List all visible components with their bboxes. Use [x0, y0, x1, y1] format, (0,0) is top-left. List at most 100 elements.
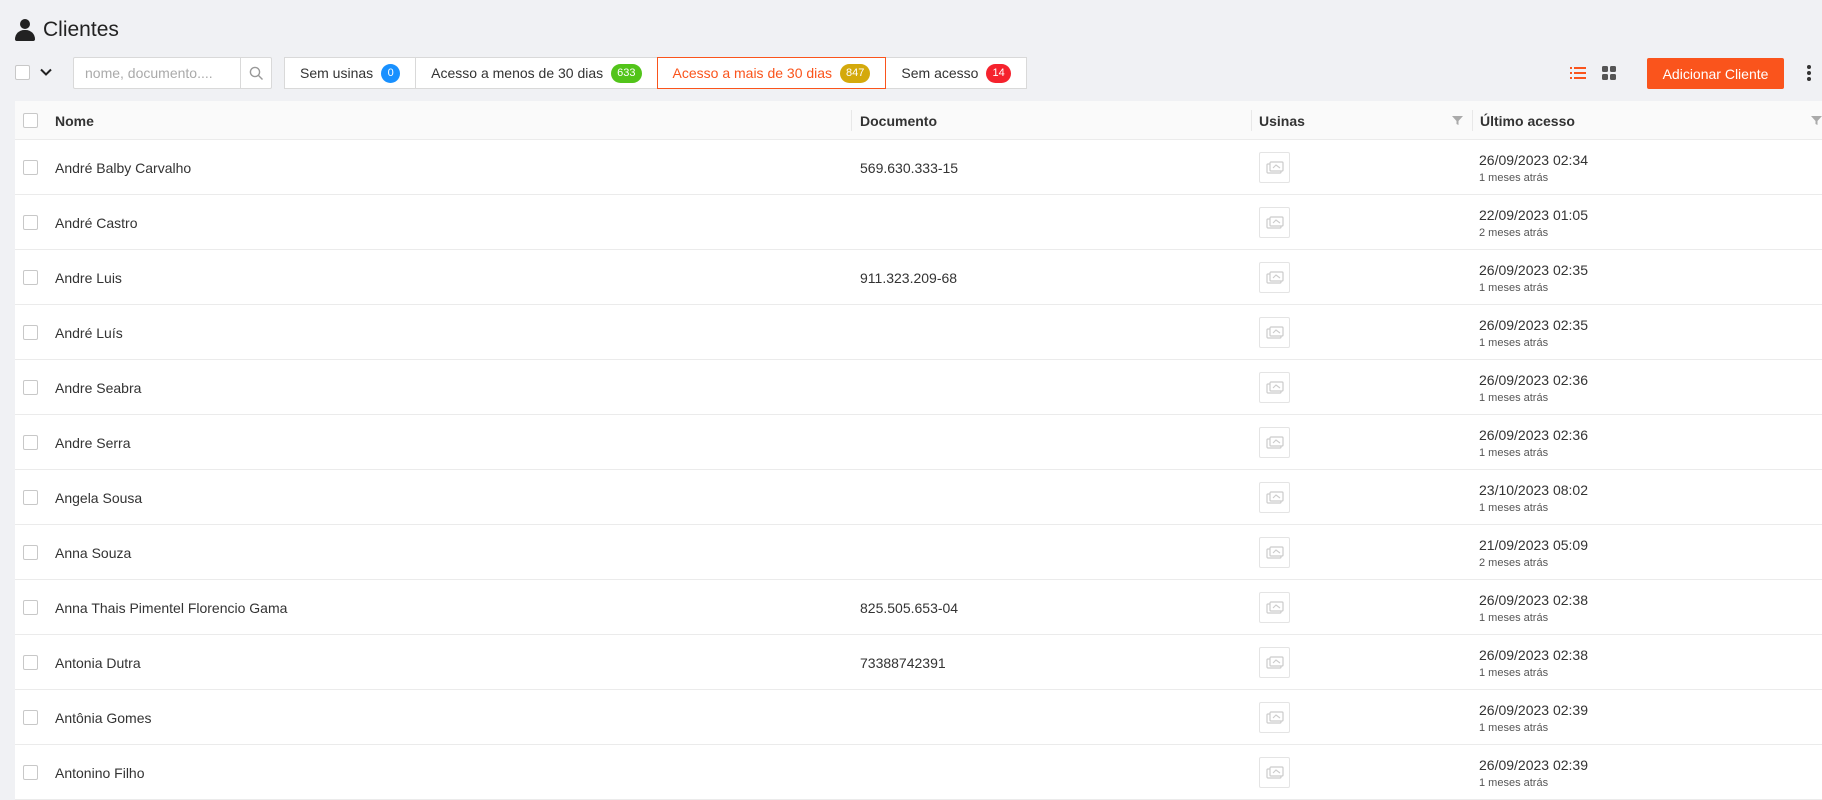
usinas-icon[interactable]	[1259, 592, 1290, 623]
toolbar: Sem usinas0Acesso a menos de 30 dias633A…	[15, 57, 1822, 89]
row-checkbox[interactable]	[23, 435, 38, 450]
page-title: Clientes	[43, 18, 119, 41]
column-header-name[interactable]: Nome	[55, 101, 94, 140]
usinas-icon[interactable]	[1259, 647, 1290, 678]
last-access: 26/09/2023 02:35 1 meses atrás	[1479, 261, 1588, 297]
usinas-icon[interactable]	[1259, 152, 1290, 183]
usinas-icon[interactable]	[1259, 537, 1290, 568]
last-access-date: 26/09/2023 02:34	[1479, 152, 1588, 168]
usinas-icon[interactable]	[1259, 482, 1290, 513]
client-name[interactable]: Antônia Gomes	[55, 690, 152, 745]
client-name[interactable]: André Balby Carvalho	[55, 140, 191, 195]
last-access-date: 26/09/2023 02:36	[1479, 427, 1588, 443]
table-row[interactable]: Angela Sousa 23/10/2023 08:02 1 meses atrá…	[15, 470, 1822, 525]
client-name[interactable]: Anna Thais Pimentel Florencio Gama	[55, 580, 287, 635]
search-box	[73, 57, 272, 89]
user-icon	[15, 18, 35, 42]
row-checkbox[interactable]	[23, 380, 38, 395]
client-document: 569.630.333-15	[860, 159, 959, 176]
filter-tab[interactable]: Acesso a mais de 30 dias 847	[656, 57, 887, 89]
last-access: 26/09/2023 02:39 1 meses atrás	[1479, 756, 1588, 792]
bulk-select-checkbox[interactable]	[15, 65, 30, 80]
column-header-document[interactable]: Documento	[860, 101, 937, 140]
usinas-icon[interactable]	[1259, 757, 1290, 788]
client-name[interactable]: Angela Sousa	[55, 470, 142, 525]
filter-icon[interactable]	[1452, 115, 1463, 126]
client-name[interactable]: Andre Luis	[55, 250, 122, 305]
row-checkbox[interactable]	[23, 710, 38, 725]
filter-tab[interactable]: Sem usinas 0	[284, 57, 417, 89]
count-badge: 14	[986, 63, 1011, 83]
table-row[interactable]: Antonino Filho 26/09/2023 02:39 1 meses at…	[15, 745, 1822, 800]
filter-tab[interactable]: Sem acesso 14	[885, 57, 1027, 89]
row-checkbox[interactable]	[23, 765, 38, 780]
table-row[interactable]: André Castro 22/09/2023 01:05 2 meses atrá…	[15, 195, 1822, 250]
last-access-relative: 1 meses atrás	[1479, 667, 1549, 679]
table-row[interactable]: Antônia Gomes 26/09/2023 02:39 1 meses atr…	[15, 690, 1822, 745]
last-access: 22/09/2023 01:05 2 meses atrás	[1479, 206, 1588, 242]
row-checkbox[interactable]	[23, 655, 38, 670]
table-row[interactable]: Andre Seabra 26/09/2023 02:36 1 meses atrá…	[15, 360, 1822, 415]
search-button[interactable]	[240, 58, 271, 88]
client-name[interactable]: Antonia Dutra	[55, 635, 141, 690]
search-icon	[249, 66, 263, 80]
row-checkbox[interactable]	[23, 545, 38, 560]
usinas-icon[interactable]	[1259, 702, 1290, 733]
table-row[interactable]: André Luís 26/09/2023 02:35 1 meses atrás	[15, 305, 1822, 360]
row-checkbox[interactable]	[23, 270, 38, 285]
table-row[interactable]: Antonia Dutra 73388742391 26/09/2023 02:38…	[15, 635, 1822, 690]
chevron-down-icon[interactable]	[39, 65, 53, 79]
last-access-relative: 1 meses atrás	[1479, 392, 1549, 404]
client-name[interactable]: André Luís	[55, 305, 123, 360]
last-access: 26/09/2023 02:38 1 meses atrás	[1479, 646, 1588, 682]
row-checkbox[interactable]	[23, 600, 38, 615]
usinas-icon[interactable]	[1259, 372, 1290, 403]
filter-icon[interactable]	[1811, 115, 1822, 126]
column-header-last-access[interactable]: Último acesso	[1480, 101, 1575, 140]
last-access: 26/09/2023 02:36 1 meses atrás	[1479, 371, 1588, 407]
client-name[interactable]: André Castro	[55, 195, 137, 250]
add-client-button[interactable]: Adicionar Cliente	[1647, 58, 1784, 89]
table-row[interactable]: Anna Thais Pimentel Florencio Gama 825.50…	[15, 580, 1822, 635]
table-body: André Balby Carvalho 569.630.333-15 26/09/…	[15, 140, 1822, 800]
client-name[interactable]: Andre Serra	[55, 415, 130, 470]
usinas-icon[interactable]	[1259, 317, 1290, 348]
list-view-icon[interactable]	[1570, 65, 1586, 81]
last-access-relative: 1 meses atrás	[1479, 447, 1549, 459]
last-access-relative: 2 meses atrás	[1479, 557, 1549, 569]
more-options-icon[interactable]	[1807, 65, 1811, 81]
last-access-date: 22/09/2023 01:05	[1479, 207, 1588, 223]
usinas-icon[interactable]	[1259, 427, 1290, 458]
page-header: Clientes	[15, 18, 119, 42]
row-checkbox[interactable]	[23, 160, 38, 175]
select-all-checkbox[interactable]	[23, 113, 38, 128]
last-access: 26/09/2023 02:38 1 meses atrás	[1479, 591, 1588, 627]
client-name[interactable]: Antonino Filho	[55, 745, 145, 800]
grid-view-icon[interactable]	[1601, 65, 1617, 81]
row-checkbox[interactable]	[23, 490, 38, 505]
count-badge: 633	[611, 63, 642, 83]
search-input[interactable]	[74, 58, 240, 88]
table-row[interactable]: André Balby Carvalho 569.630.333-15 26/09/…	[15, 140, 1822, 195]
table-row[interactable]: Andre Luis 911.323.209-68 26/09/2023 02:35…	[15, 250, 1822, 305]
table-row[interactable]: Andre Serra 26/09/2023 02:36 1 meses atrás	[15, 415, 1822, 470]
row-checkbox[interactable]	[23, 215, 38, 230]
client-name[interactable]: Andre Seabra	[55, 360, 141, 415]
count-badge: 0	[381, 63, 401, 83]
usinas-icon[interactable]	[1259, 262, 1290, 293]
last-access: 26/09/2023 02:39 1 meses atrás	[1479, 701, 1588, 737]
last-access-relative: 1 meses atrás	[1479, 282, 1549, 294]
column-header-usinas[interactable]: Usinas	[1259, 101, 1305, 140]
table-row[interactable]: Anna Souza 21/09/2023 05:09 2 meses atrás	[15, 525, 1822, 580]
count-badge: 847	[840, 63, 871, 83]
usinas-icon[interactable]	[1259, 207, 1290, 238]
last-access-date: 26/09/2023 02:38	[1479, 592, 1588, 608]
client-name[interactable]: Anna Souza	[55, 525, 131, 580]
row-checkbox[interactable]	[23, 325, 38, 340]
filter-tab-label: Acesso a mais de 30 dias	[672, 65, 833, 81]
filter-tab[interactable]: Acesso a menos de 30 dias 633	[415, 57, 658, 89]
filter-tabs: Sem usinas 0 Acesso a menos de 30 dias 633 A…	[284, 57, 1027, 89]
last-access-date: 26/09/2023 02:35	[1479, 262, 1588, 278]
table-header: Nome Documento Usinas Último acesso	[15, 101, 1822, 140]
last-access-relative: 1 meses atrás	[1479, 777, 1549, 789]
